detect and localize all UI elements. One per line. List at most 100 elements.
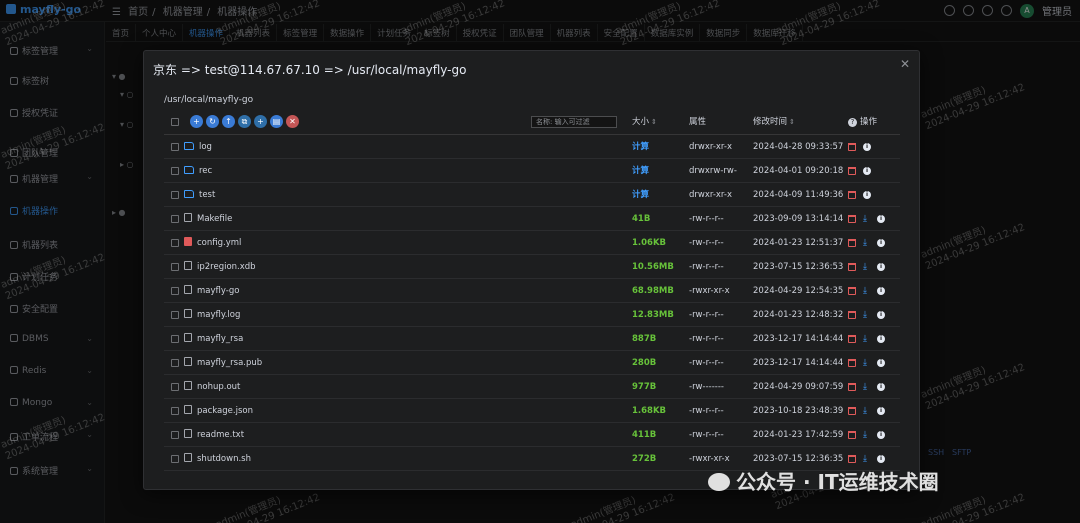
info-icon[interactable]: i — [877, 431, 885, 439]
file-name[interactable]: rec — [184, 159, 212, 183]
refresh-icon[interactable]: ↻ — [206, 115, 219, 128]
file-name[interactable]: log — [184, 135, 212, 159]
info-icon[interactable]: i — [877, 311, 885, 319]
row-checkbox[interactable] — [171, 287, 179, 295]
sort-icon[interactable]: ⇕ — [789, 118, 795, 126]
info-icon[interactable]: i — [877, 455, 885, 463]
help-icon[interactable]: ? — [848, 118, 857, 127]
table-row[interactable]: Makefile 41B -rw-r--r-- 2023-09-09 13:14:14… — [164, 207, 900, 231]
row-checkbox[interactable] — [171, 383, 179, 391]
info-icon[interactable]: i — [877, 359, 885, 367]
size-column-header[interactable]: 大小 ⇕ — [632, 109, 657, 135]
modified-column-header[interactable]: 修改时间 ⇕ — [753, 109, 795, 135]
download-icon[interactable]: ⤓ — [863, 255, 867, 279]
table-row[interactable]: nohup.out 977B -rw------- 2024-04-29 09:07:… — [164, 375, 900, 399]
upload-icon[interactable]: + — [190, 115, 203, 128]
file-name[interactable]: ip2region.xdb — [184, 255, 256, 279]
sort-icon[interactable]: ⇕ — [651, 118, 657, 126]
delete-icon[interactable] — [848, 143, 856, 151]
table-row[interactable]: readme.txt 411B -rw-r--r-- 2024-01-23 17:42… — [164, 423, 900, 447]
row-checkbox[interactable] — [171, 239, 179, 247]
file-name[interactable]: mayfly_rsa — [184, 327, 243, 351]
delete-icon[interactable] — [848, 455, 856, 463]
row-checkbox[interactable] — [171, 359, 179, 367]
delete-icon[interactable] — [848, 239, 856, 247]
info-icon[interactable]: i — [863, 143, 871, 151]
row-checkbox[interactable] — [171, 215, 179, 223]
row-checkbox[interactable] — [171, 335, 179, 343]
info-icon[interactable]: i — [877, 263, 885, 271]
delete-icon[interactable] — [848, 263, 856, 271]
file-name[interactable]: Makefile — [184, 207, 232, 231]
file-name[interactable]: mayfly_rsa.pub — [184, 351, 262, 375]
table-row[interactable]: mayfly_rsa.pub 280B -rw-r--r-- 2023-12-17 1… — [164, 351, 900, 375]
file-name[interactable]: mayfly-go — [184, 279, 239, 303]
delete-icon[interactable] — [848, 311, 856, 319]
row-checkbox[interactable] — [171, 191, 179, 199]
delete-icon[interactable] — [848, 359, 856, 367]
file-name[interactable]: shutdown.sh — [184, 447, 251, 471]
row-checkbox[interactable] — [171, 407, 179, 415]
table-row[interactable]: config.yml 1.06KB -rw-r--r-- 2024-01-23 12:… — [164, 231, 900, 255]
download-icon[interactable]: ⤓ — [863, 279, 867, 303]
file-attr: drwxrw-rw- — [689, 166, 737, 176]
row-checkbox[interactable] — [171, 167, 179, 175]
table-row[interactable]: ip2region.xdb 10.56MB -rw-r--r-- 2023-07-15… — [164, 255, 900, 279]
delete-icon[interactable] — [848, 167, 856, 175]
table-row[interactable]: mayfly_rsa 887B -rw-r--r-- 2023-12-17 14:14… — [164, 327, 900, 351]
file-name-text: mayfly_rsa — [197, 334, 244, 344]
copy-icon[interactable]: ⧉ — [238, 115, 251, 128]
download-icon[interactable]: ⤓ — [863, 399, 867, 423]
back-icon[interactable]: ↑ — [222, 115, 235, 128]
file-name[interactable]: nohup.out — [184, 375, 240, 399]
file-name[interactable]: package.json — [184, 399, 253, 423]
delete-icon[interactable] — [848, 215, 856, 223]
new-folder-icon[interactable]: + — [254, 115, 267, 128]
info-icon[interactable]: i — [863, 167, 871, 175]
delete-icon[interactable] — [848, 287, 856, 295]
calc-size-link[interactable]: 计算 — [632, 135, 649, 159]
filter-input[interactable]: 名称: 输入可过滤 — [531, 116, 617, 128]
delete-icon[interactable] — [848, 383, 856, 391]
info-icon[interactable]: i — [877, 407, 885, 415]
paste-icon[interactable]: ▤ — [270, 115, 283, 128]
delete-icon[interactable] — [848, 431, 856, 439]
info-icon[interactable]: i — [877, 335, 885, 343]
row-checkbox[interactable] — [171, 311, 179, 319]
row-checkbox[interactable] — [171, 263, 179, 271]
table-row[interactable]: rec 计算 drwxrw-rw- 2024-04-01 09:20:18 i — [164, 159, 900, 183]
file-name[interactable]: config.yml — [184, 231, 241, 255]
row-checkbox[interactable] — [171, 143, 179, 151]
delete-icon[interactable] — [848, 335, 856, 343]
table-row[interactable]: test 计算 drwxr-xr-x 2024-04-09 11:49:36 i — [164, 183, 900, 207]
folder-icon — [184, 166, 194, 174]
info-icon[interactable]: i — [877, 287, 885, 295]
table-row[interactable]: mayfly-go 68.98MB -rwxr-xr-x 2024-04-29 12:… — [164, 279, 900, 303]
file-name[interactable]: readme.txt — [184, 423, 244, 447]
close-icon[interactable]: ✕ — [900, 57, 910, 71]
table-row[interactable]: log 计算 drwxr-xr-x 2024-04-28 09:33:57 i — [164, 135, 900, 159]
calc-size-link[interactable]: 计算 — [632, 159, 649, 183]
delete-selected-icon[interactable]: ✕ — [286, 115, 299, 128]
table-row[interactable]: mayfly.log 12.83MB -rw-r--r-- 2024-01-23 12… — [164, 303, 900, 327]
download-icon[interactable]: ⤓ — [863, 231, 867, 255]
info-icon[interactable]: i — [863, 191, 871, 199]
file-name[interactable]: mayfly.log — [184, 303, 240, 327]
download-icon[interactable]: ⤓ — [863, 327, 867, 351]
row-checkbox[interactable] — [171, 431, 179, 439]
download-icon[interactable]: ⤓ — [863, 303, 867, 327]
select-all-checkbox[interactable] — [171, 118, 179, 126]
delete-icon[interactable] — [848, 191, 856, 199]
table-row[interactable]: package.json 1.68KB -rw-r--r-- 2023-10-18 2… — [164, 399, 900, 423]
download-icon[interactable]: ⤓ — [863, 351, 867, 375]
download-icon[interactable]: ⤓ — [863, 207, 867, 231]
row-checkbox[interactable] — [171, 455, 179, 463]
download-icon[interactable]: ⤓ — [863, 375, 867, 399]
delete-icon[interactable] — [848, 407, 856, 415]
calc-size-link[interactable]: 计算 — [632, 183, 649, 207]
info-icon[interactable]: i — [877, 239, 885, 247]
file-name[interactable]: test — [184, 183, 215, 207]
info-icon[interactable]: i — [877, 383, 885, 391]
info-icon[interactable]: i — [877, 215, 885, 223]
download-icon[interactable]: ⤓ — [863, 423, 867, 447]
